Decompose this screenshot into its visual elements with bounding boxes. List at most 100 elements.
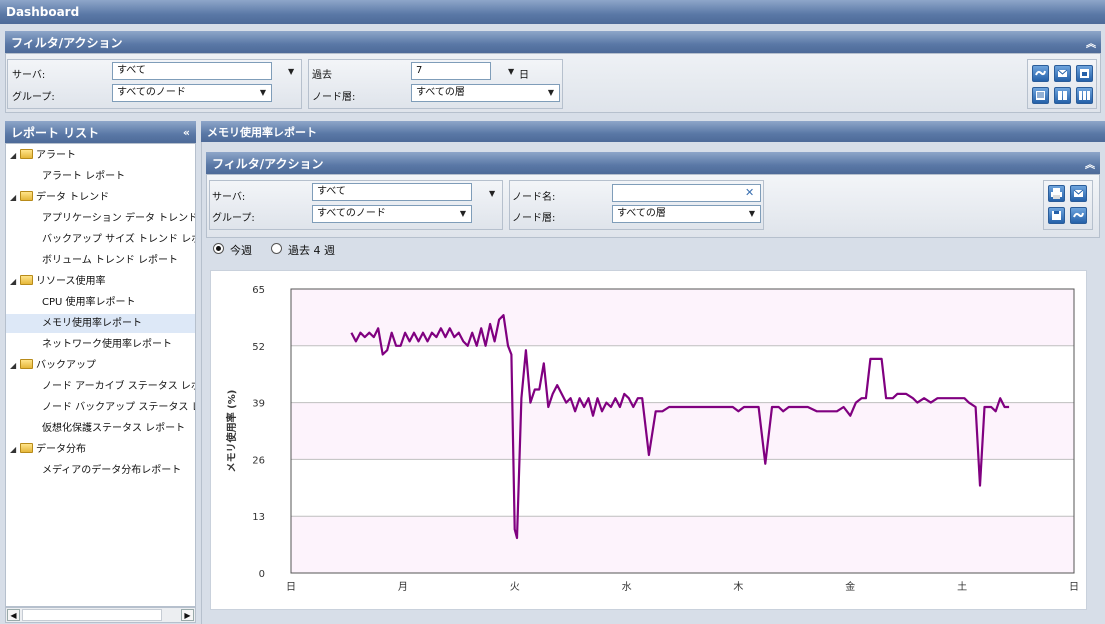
report-list-item[interactable]: ノード バックアップ ステータス レポート (6, 398, 195, 417)
clear-icon[interactable]: ✕ (745, 186, 754, 199)
x-tick-label: 土 (957, 580, 967, 593)
radio-past-4-weeks[interactable] (271, 243, 282, 254)
chevron-down-icon[interactable]: ▼ (744, 206, 760, 222)
tree-item-label: バックアップ (36, 360, 96, 371)
chevron-down-icon[interactable]: ▼ (543, 85, 559, 101)
tree-folder[interactable]: ◢ リソース使用率 (6, 272, 195, 291)
sidebar-header[interactable]: レポート リスト « (5, 121, 196, 143)
chevron-down-icon[interactable]: ▼ (455, 206, 471, 222)
chevron-down-icon[interactable]: ▼ (489, 189, 495, 198)
radio-this-week-label[interactable]: 今週 (230, 242, 252, 258)
report-list-item[interactable]: ネットワーク使用率レポート (6, 335, 195, 354)
collapse-up-icon[interactable]: ︽ (1086, 35, 1096, 50)
report-title: メモリ使用率レポート (207, 125, 317, 139)
layout-two-column-icon[interactable] (1054, 87, 1071, 104)
report-list-item[interactable]: CPU 使用率レポート (6, 293, 195, 312)
report-list-item[interactable]: アラート レポート (6, 167, 195, 186)
report-list-item[interactable]: メディアのデータ分布レポート (6, 461, 195, 480)
scroll-left-icon[interactable]: ◀ (7, 609, 20, 621)
node-name-label: ノード名: (512, 192, 556, 203)
top-server-label: サーバ: (12, 70, 46, 81)
report-group-label: グループ: (212, 213, 255, 224)
report-list-item[interactable]: ノード アーカイブ ステータス レポート (6, 377, 195, 396)
expand-icon[interactable]: ◢ (10, 440, 20, 459)
top-group-value: すべてのノード (117, 87, 186, 98)
collapse-left-icon[interactable]: « (183, 126, 190, 139)
report-server-label: サーバ: (212, 192, 246, 203)
folder-icon (20, 443, 33, 453)
expand-icon[interactable]: ◢ (10, 356, 20, 375)
tree-folder[interactable]: ◢ バックアップ (6, 356, 195, 375)
tree-item-label: メモリ使用率レポート (42, 318, 142, 329)
sidebar-title: レポート リスト (11, 125, 100, 140)
tree-item-label: メディアのデータ分布レポート (42, 465, 182, 476)
tree-item-label: ネットワーク使用率レポート (42, 339, 172, 350)
grid-band (291, 516, 1074, 573)
app-title-bar: Dashboard (0, 0, 1105, 24)
tree-item-label: アプリケーション データ トレンド レポート (42, 213, 196, 224)
report-group-select[interactable]: すべてのノード ▼ (312, 205, 472, 223)
top-server-input[interactable]: すべて (112, 62, 272, 80)
refresh-icon[interactable] (1032, 65, 1049, 82)
export-icon[interactable] (1076, 65, 1093, 82)
tree-item-label: CPU 使用率レポート (42, 297, 136, 308)
top-node-layer-value: すべての層 (416, 87, 465, 98)
report-list-item[interactable]: アプリケーション データ トレンド レポート (6, 209, 196, 228)
day-unit-label: 日 (519, 70, 529, 81)
refresh-icon[interactable] (1070, 207, 1087, 224)
layout-single-icon[interactable] (1032, 87, 1049, 104)
y-tick-label: 65 (252, 285, 265, 296)
tree-item-label: アラート レポート (42, 171, 126, 182)
app-title: Dashboard (6, 5, 80, 19)
x-tick-label: 木 (733, 581, 743, 593)
report-list-item[interactable]: バックアップ サイズ トレンド レポート (6, 230, 195, 249)
top-node-layer-select[interactable]: すべての層 ▼ (411, 84, 560, 102)
tree-folder[interactable]: ◢ データ トレンド (6, 188, 195, 207)
email-icon[interactable] (1054, 65, 1071, 82)
x-tick-label: 日 (1069, 582, 1079, 593)
scroll-right-icon[interactable]: ▶ (181, 609, 194, 621)
report-group-value: すべてのノード (317, 208, 386, 219)
expand-icon[interactable]: ◢ (10, 188, 20, 207)
chart-svg: 65 52 39 26 13 0 日 月 火 水 木 金 土 日 メモリ使用率 (%) (225, 285, 1079, 593)
top-group-label: グループ: (12, 92, 55, 103)
chevron-down-icon[interactable]: ▼ (255, 85, 271, 101)
radio-this-week[interactable] (213, 243, 224, 254)
report-list-item[interactable]: ボリューム トレンド レポート (6, 251, 195, 270)
tree-folder[interactable]: ◢ データ分布 (6, 440, 195, 459)
print-icon[interactable] (1048, 185, 1065, 202)
folder-icon (20, 359, 33, 369)
past-days-input[interactable]: 7 (411, 62, 491, 80)
report-list: ◢ アラートアラート レポート ◢ データ トレンドアプリケーション データ トレンド… (5, 143, 196, 607)
horizontal-scrollbar[interactable]: ◀ ▶ (5, 607, 196, 623)
report-filter-header[interactable]: フィルタ/アクション ︽ (206, 152, 1100, 174)
y-tick-label: 39 (252, 399, 265, 410)
chevron-down-icon[interactable]: ▼ (288, 67, 294, 76)
layout-three-column-icon[interactable] (1076, 87, 1093, 104)
report-header: メモリ使用率レポート (201, 121, 1105, 142)
memory-usage-chart: 65 52 39 26 13 0 日 月 火 水 木 金 土 日 メモリ使用率 (%) (210, 270, 1087, 610)
report-node-layer-select[interactable]: すべての層 ▼ (612, 205, 761, 223)
top-group-select[interactable]: すべてのノード ▼ (112, 84, 272, 102)
save-icon[interactable] (1048, 207, 1065, 224)
report-server-input[interactable]: すべて (312, 183, 472, 201)
node-name-input[interactable] (612, 184, 761, 202)
folder-icon (20, 149, 33, 159)
email-icon[interactable] (1070, 185, 1087, 202)
tree-item-label: 仮想化保護ステータス レポート (42, 423, 186, 434)
tree-folder[interactable]: ◢ アラート (6, 146, 195, 165)
tree-item-label: データ トレンド (36, 192, 110, 203)
report-list-item[interactable]: 仮想化保護ステータス レポート (6, 419, 195, 438)
report-list-item[interactable]: メモリ使用率レポート (6, 314, 195, 333)
grid-band (291, 402, 1074, 460)
top-filter-header[interactable]: フィルタ/アクション ︽ (5, 31, 1101, 53)
expand-icon[interactable]: ◢ (10, 146, 20, 165)
chevron-down-icon[interactable]: ▼ (508, 67, 514, 76)
report-filter-title: フィルタ/アクション (212, 156, 324, 171)
radio-past-4-weeks-label[interactable]: 過去 4 週 (288, 242, 335, 258)
scroll-thumb[interactable] (22, 609, 162, 621)
collapse-up-icon[interactable]: ︽ (1085, 156, 1095, 171)
expand-icon[interactable]: ◢ (10, 272, 20, 291)
grid-band (291, 345, 1074, 403)
tree-item-label: データ分布 (36, 444, 86, 455)
